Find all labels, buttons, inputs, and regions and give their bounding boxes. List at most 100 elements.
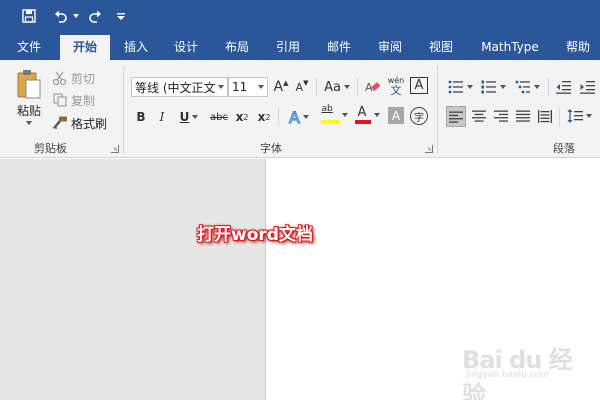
font-size-dropdown-icon (258, 85, 264, 89)
font-color-button[interactable]: A (352, 105, 382, 125)
undo-icon[interactable] (50, 6, 74, 26)
format-painter-label: 格式刷 (71, 116, 108, 131)
save-icon[interactable] (18, 6, 40, 26)
justify-button[interactable] (513, 106, 533, 126)
tab-home[interactable]: 开始 (60, 35, 110, 60)
tab-design[interactable]: 设计 (164, 35, 208, 60)
align-right-icon (494, 110, 508, 122)
font-name-dropdown-icon (218, 85, 224, 89)
tab-mathtype[interactable]: MathType (474, 35, 546, 60)
align-left-icon (449, 111, 463, 123)
text-effects-dropdown-icon (302, 115, 309, 119)
font-launcher-icon[interactable] (425, 145, 433, 153)
underline-button[interactable]: U (176, 107, 202, 127)
font-color-dropdown-icon (373, 113, 380, 117)
distributed-icon (538, 109, 552, 123)
tab-review[interactable]: 审阅 (368, 35, 412, 60)
shrink-font-button[interactable]: A ▼ (293, 77, 311, 97)
tab-view[interactable]: 视图 (419, 35, 463, 60)
ribbon: 粘贴 剪切 复制 格式刷 剪贴板 等线 (中文正文 11 A ▲ A ▼ Aa A … (0, 60, 600, 158)
decrease-indent-button[interactable] (554, 77, 574, 97)
change-case-dropdown-icon (343, 85, 350, 89)
multilevel-list-icon (515, 80, 530, 94)
justify-icon (516, 110, 530, 122)
change-case-button[interactable]: Aa (322, 77, 352, 97)
font-name-combo[interactable]: 等线 (中文正文 (131, 77, 228, 97)
copy-label: 复制 (71, 93, 96, 108)
scissors-icon (52, 71, 67, 85)
undo-dropdown-icon[interactable] (72, 6, 80, 26)
numbering-icon (481, 80, 496, 94)
bullets-icon (448, 80, 463, 94)
bullets-button[interactable] (446, 77, 474, 97)
redo-icon[interactable] (84, 6, 104, 26)
align-left-button[interactable] (446, 106, 466, 127)
watermark: Bai du 经验 jingyan.baidu.com (462, 336, 590, 400)
paste-icon (17, 70, 41, 99)
cut-button[interactable]: 剪切 (52, 69, 95, 87)
superscript-button[interactable]: x2 (256, 107, 272, 127)
font-group-label: 字体 (260, 142, 282, 155)
watermark-url: jingyan.baidu.com (466, 370, 550, 380)
numbering-button[interactable] (479, 77, 507, 97)
decrease-indent-icon (556, 81, 571, 94)
tab-insert[interactable]: 插入 (114, 35, 158, 60)
text-effects-button[interactable]: A (284, 107, 314, 127)
copy-icon (53, 93, 67, 107)
tab-layout[interactable]: 布局 (215, 35, 259, 60)
tab-help[interactable]: 帮助 (556, 35, 600, 60)
highlight-button[interactable]: ab (318, 104, 350, 125)
phonetic-guide-button[interactable]: wén 文 (386, 73, 406, 99)
ribbon-separator (437, 66, 438, 154)
document-margin-area (0, 159, 266, 400)
font-color-bar (354, 120, 371, 124)
highlight-color-bar (320, 120, 339, 124)
clear-formatting-button[interactable]: A (363, 77, 383, 97)
paragraph-group-label: 段落 (553, 142, 575, 155)
paste-button[interactable]: 粘贴 (12, 68, 46, 128)
font-name-value: 等线 (中文正文 (135, 80, 216, 95)
paragraph-separator (548, 78, 549, 96)
align-center-icon (472, 110, 486, 122)
format-painter-button[interactable]: 格式刷 (52, 114, 107, 132)
line-spacing-dropdown-icon (585, 114, 592, 118)
tab-mailings[interactable]: 邮件 (317, 35, 361, 60)
clipboard-launcher-icon[interactable] (111, 145, 119, 153)
grow-font-button[interactable]: A ▲ (272, 77, 290, 97)
paragraph-separator (559, 108, 560, 126)
align-right-button[interactable] (491, 106, 511, 126)
align-center-button[interactable] (469, 106, 489, 126)
character-border-button[interactable]: A (410, 77, 428, 94)
distributed-button[interactable] (535, 106, 555, 126)
font-separator (316, 78, 317, 96)
ribbon-tabs: 文件 开始 插入 设计 布局 引用 邮件 审阅 视图 MathType 帮助 (0, 32, 600, 60)
increase-indent-icon (580, 81, 595, 94)
character-shading-button[interactable]: A (388, 107, 404, 124)
format-painter-icon (52, 116, 67, 129)
font-separator (278, 108, 279, 126)
copy-button[interactable]: 复制 (52, 91, 95, 109)
paste-label: 粘贴 (16, 104, 41, 118)
multilevel-list-button[interactable] (512, 77, 542, 97)
tab-file[interactable]: 文件 (6, 35, 52, 60)
instruction-annotation: 打开word文档 (197, 225, 313, 245)
font-size-combo[interactable]: 11 (228, 77, 268, 97)
strikethrough-button[interactable]: abc (208, 107, 230, 127)
multilevel-list-dropdown-icon (533, 85, 540, 89)
caret-up-icon: ▲ (283, 78, 289, 87)
subscript-button[interactable]: x2 (234, 107, 250, 127)
customize-icon[interactable] (114, 6, 128, 26)
ribbon-separator (123, 66, 124, 154)
numbering-dropdown-icon (499, 85, 506, 89)
enclose-characters-button[interactable]: 字 (410, 107, 428, 125)
font-separator (357, 78, 358, 96)
tab-references[interactable]: 引用 (266, 35, 310, 60)
highlight-dropdown-icon (341, 113, 348, 117)
line-spacing-button[interactable] (564, 106, 594, 126)
clipboard-group-label: 剪贴板 (34, 142, 67, 155)
font-size-value: 11 (232, 80, 248, 94)
italic-button[interactable]: I (154, 107, 170, 127)
increase-indent-button[interactable] (578, 77, 598, 97)
bold-button[interactable]: B (133, 107, 149, 127)
cut-label: 剪切 (71, 71, 96, 86)
